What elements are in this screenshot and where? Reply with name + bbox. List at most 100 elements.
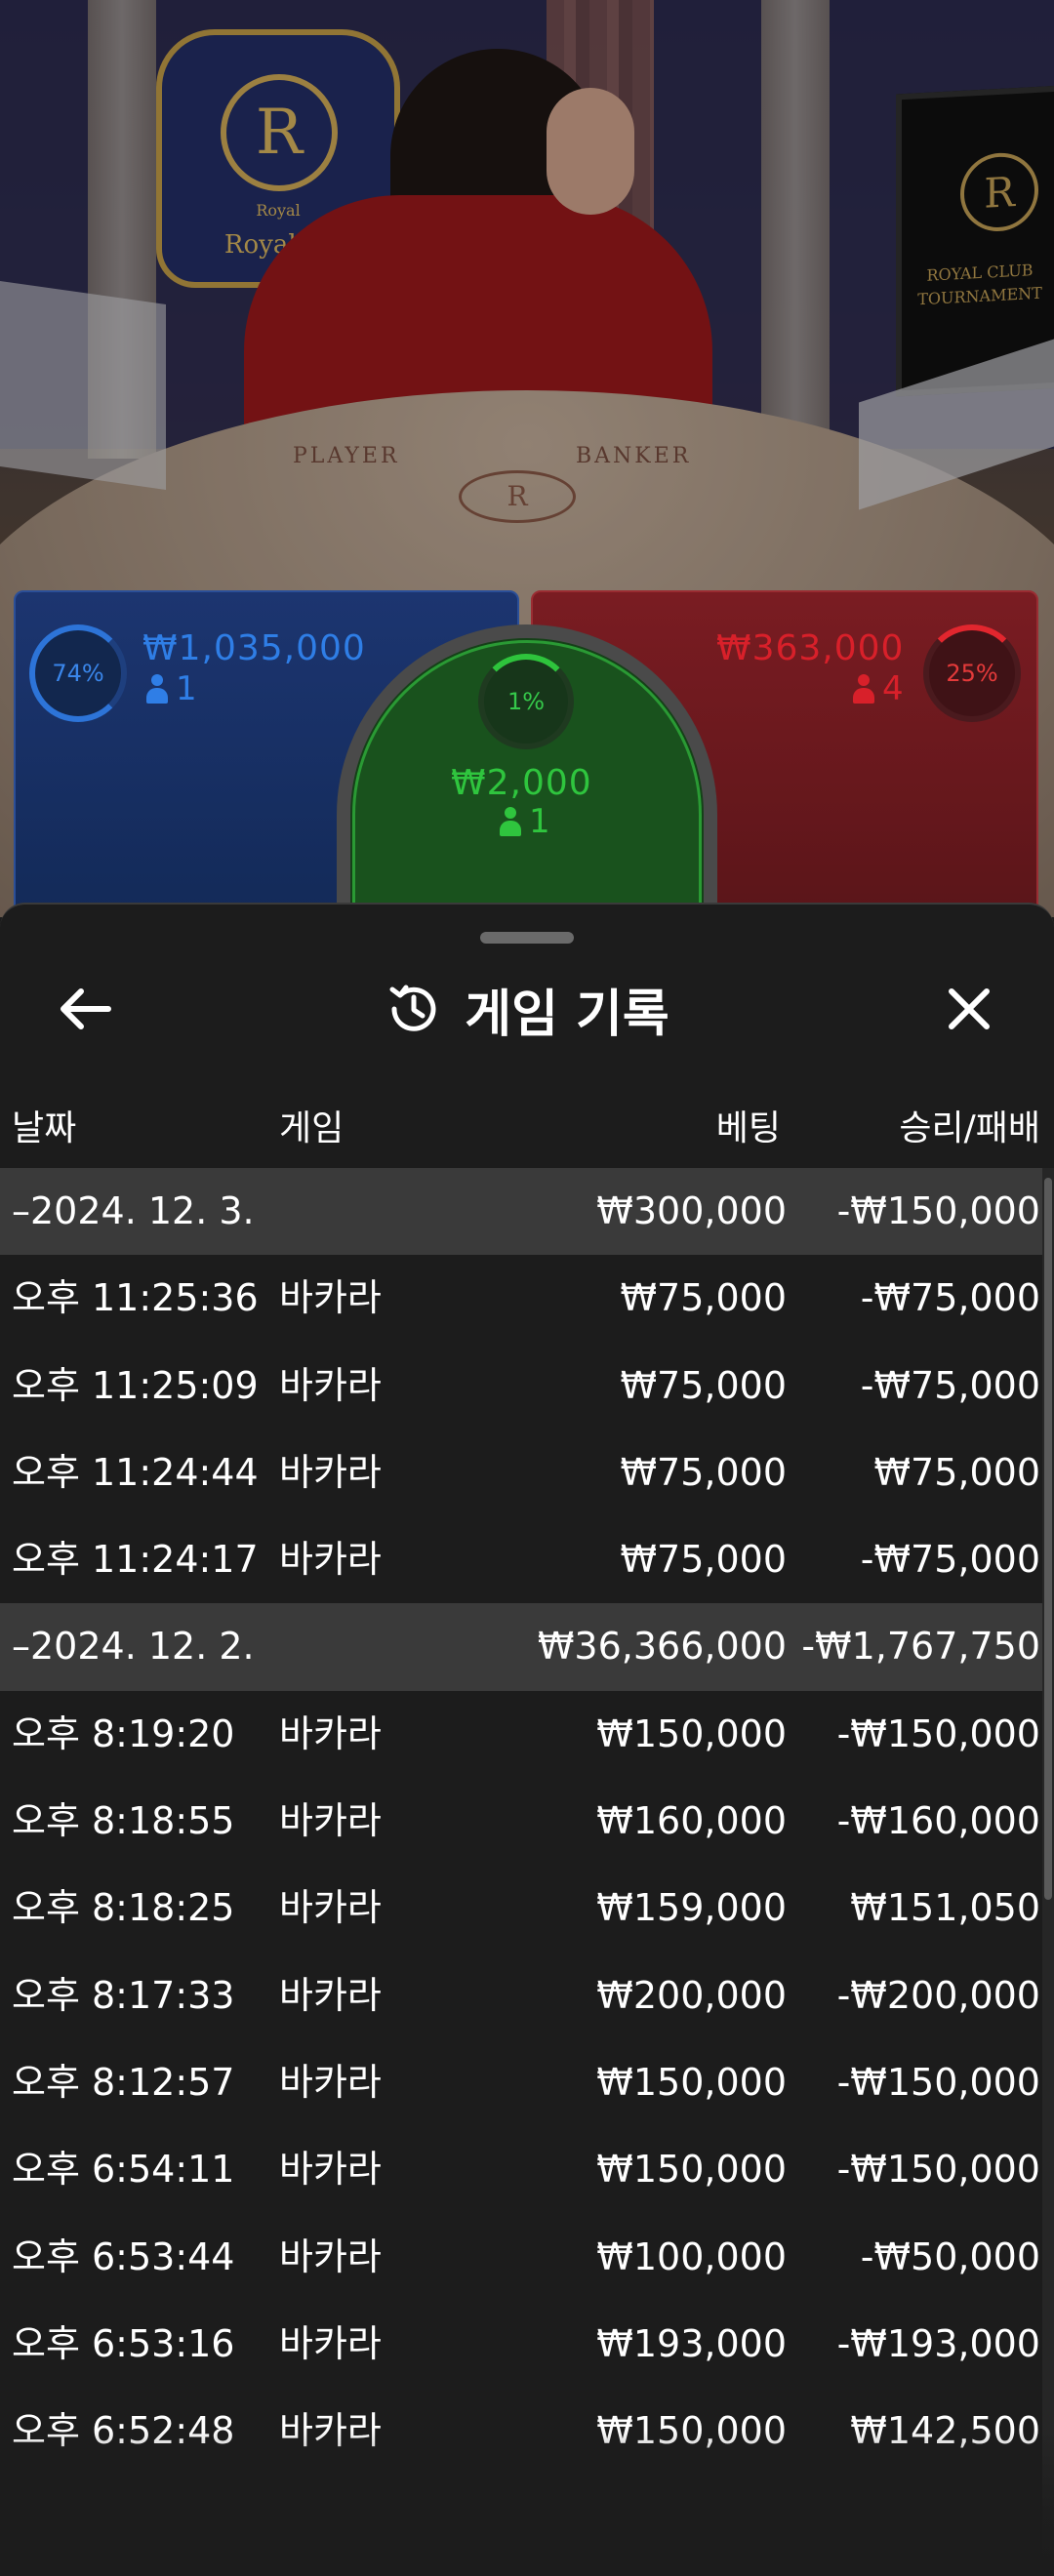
row-bet: ₩159,000 xyxy=(596,1886,787,1930)
page-title: 게임 기록 xyxy=(465,985,669,1044)
close-icon xyxy=(949,988,990,1029)
banker-amount: ₩363,000 xyxy=(716,628,905,668)
row-bet: ₩150,000 xyxy=(596,2148,787,2192)
group-date: –2024. 12. 2. xyxy=(12,1625,255,1669)
row-result: ₩151,050 xyxy=(850,1886,1040,1930)
game-history-sheet: 게임 기록 날짜 게임 베팅 승리/패배 –2024. 12. 3. ₩300,0… xyxy=(0,903,1054,2576)
table-row: 오후 11:25:09 바카라 ₩75,000 -₩75,000 xyxy=(0,1343,1042,1429)
close-button[interactable] xyxy=(925,965,1013,1053)
row-result: -₩193,000 xyxy=(836,2321,1040,2365)
tie-count-value: 1 xyxy=(529,802,550,841)
row-game: 바카라 xyxy=(279,1799,382,1843)
row-result: ₩142,500 xyxy=(850,2409,1040,2453)
row-time: 오후 8:19:20 xyxy=(12,1711,235,1755)
banker-count: 4 xyxy=(853,669,904,708)
row-game: 바카라 xyxy=(279,1538,382,1582)
column-bet: 베팅 xyxy=(715,1108,781,1148)
row-game: 바카라 xyxy=(279,2321,382,2365)
row-time: 오후 6:53:16 xyxy=(12,2321,235,2365)
row-result: -₩75,000 xyxy=(860,1363,1040,1407)
row-time: 오후 11:25:36 xyxy=(12,1276,259,1320)
row-result: -₩160,000 xyxy=(836,1799,1040,1843)
table-row: 오후 11:24:44 바카라 ₩75,000 ₩75,000 xyxy=(0,1429,1042,1516)
row-game: 바카라 xyxy=(279,2409,382,2453)
row-game: 바카라 xyxy=(279,1886,382,1930)
row-bet: ₩75,000 xyxy=(620,1450,787,1494)
player-amount: ₩1,035,000 xyxy=(142,628,366,668)
date-group-row[interactable]: –2024. 12. 2. ₩36,366,000 -₩1,767,750 xyxy=(0,1603,1042,1691)
tie-percent: 1% xyxy=(507,688,546,715)
row-bet: ₩75,000 xyxy=(620,1363,787,1407)
row-time: 오후 6:54:11 xyxy=(12,2148,235,2192)
table-row: 오후 8:18:25 바카라 ₩159,000 ₩151,050 xyxy=(0,1865,1042,1952)
row-bet: ₩75,000 xyxy=(620,1538,787,1582)
banker-count-value: 4 xyxy=(882,669,904,708)
row-time: 오후 8:18:55 xyxy=(12,1799,235,1843)
table-row: 오후 8:12:57 바카라 ₩150,000 -₩150,000 xyxy=(0,2039,1042,2126)
table-row: 오후 11:24:17 바카라 ₩75,000 -₩75,000 xyxy=(0,1516,1042,1603)
group-date: –2024. 12. 3. xyxy=(12,1189,255,1232)
history-icon xyxy=(389,985,436,1031)
person-icon xyxy=(500,807,521,836)
table-row: 오후 8:17:33 바카라 ₩200,000 -₩200,000 xyxy=(0,1952,1042,2039)
row-result: -₩150,000 xyxy=(836,2060,1040,2104)
history-list[interactable]: –2024. 12. 3. ₩300,000 -₩150,000 오후 11:25:3… xyxy=(0,1168,1054,2576)
row-bet: ₩160,000 xyxy=(596,1799,787,1843)
row-bet: ₩200,000 xyxy=(596,1973,787,2017)
person-icon xyxy=(853,674,874,704)
row-bet: ₩150,000 xyxy=(596,2409,787,2453)
group-bet-total: ₩300,000 xyxy=(596,1189,787,1232)
row-result: -₩50,000 xyxy=(860,2234,1040,2278)
table-row: 오후 8:19:20 바카라 ₩150,000 -₩150,000 xyxy=(0,1691,1042,1778)
scrollbar-thumb[interactable] xyxy=(1044,1178,1052,1900)
row-time: 오후 11:24:44 xyxy=(12,1450,259,1494)
player-percent: 74% xyxy=(52,660,104,687)
tie-amount: ₩2,000 xyxy=(451,763,592,803)
row-time: 오후 6:52:48 xyxy=(12,2409,235,2453)
row-bet: ₩150,000 xyxy=(596,1711,787,1755)
sheet-drag-handle[interactable] xyxy=(480,932,574,944)
row-bet: ₩193,000 xyxy=(596,2321,787,2365)
table-row: 오후 11:25:36 바카라 ₩75,000 -₩75,000 xyxy=(0,1255,1042,1342)
row-game: 바카라 xyxy=(279,2234,382,2278)
row-result: -₩150,000 xyxy=(836,1711,1040,1755)
row-game: 바카라 xyxy=(279,1450,382,1494)
row-time: 오후 6:53:44 xyxy=(12,2234,235,2278)
group-bet-total: ₩36,366,000 xyxy=(537,1625,787,1669)
row-game: 바카라 xyxy=(279,2060,382,2104)
column-result: 승리/패배 xyxy=(899,1108,1040,1148)
column-date: 날짜 xyxy=(12,1108,77,1148)
row-game: 바카라 xyxy=(279,2148,382,2192)
tie-count: 1 xyxy=(500,802,550,841)
row-result: -₩200,000 xyxy=(836,1973,1040,2017)
table-header: 날짜 게임 베팅 승리/패배 xyxy=(0,1100,1054,1158)
row-game: 바카라 xyxy=(279,1973,382,2017)
row-game: 바카라 xyxy=(279,1276,382,1320)
banker-percent-ring: 25% xyxy=(923,624,1021,722)
row-time: 오후 11:24:17 xyxy=(12,1538,259,1582)
row-game: 바카라 xyxy=(279,1711,382,1755)
player-count: 1 xyxy=(146,669,197,708)
sheet-header: 게임 기록 xyxy=(0,965,1054,1053)
table-row: 오후 6:54:11 바카라 ₩150,000 -₩150,000 xyxy=(0,2126,1042,2213)
row-time: 오후 11:25:09 xyxy=(12,1363,259,1407)
row-result: -₩150,000 xyxy=(836,2148,1040,2192)
row-result: -₩75,000 xyxy=(860,1276,1040,1320)
row-result: -₩75,000 xyxy=(860,1538,1040,1582)
row-game: 바카라 xyxy=(279,1363,382,1407)
row-bet: ₩150,000 xyxy=(596,2060,787,2104)
table-row: 오후 8:18:55 바카라 ₩160,000 -₩160,000 xyxy=(0,1778,1042,1865)
row-result: ₩75,000 xyxy=(873,1450,1040,1494)
date-group-row[interactable]: –2024. 12. 3. ₩300,000 -₩150,000 xyxy=(0,1168,1042,1256)
group-result-total: -₩1,767,750 xyxy=(801,1625,1040,1669)
row-time: 오후 8:18:25 xyxy=(12,1886,235,1930)
tie-percent-ring: 1% xyxy=(478,654,574,749)
player-count-value: 1 xyxy=(176,669,197,708)
banker-percent: 25% xyxy=(946,660,998,687)
table-row: 오후 6:52:48 바카라 ₩150,000 ₩142,500 xyxy=(0,2388,1042,2475)
player-percent-ring: 74% xyxy=(29,624,127,722)
row-bet: ₩75,000 xyxy=(620,1276,787,1320)
row-time: 오후 8:17:33 xyxy=(12,1973,235,2017)
row-time: 오후 8:12:57 xyxy=(12,2060,235,2104)
table-row: 오후 6:53:16 바카라 ₩193,000 -₩193,000 xyxy=(0,2301,1042,2388)
